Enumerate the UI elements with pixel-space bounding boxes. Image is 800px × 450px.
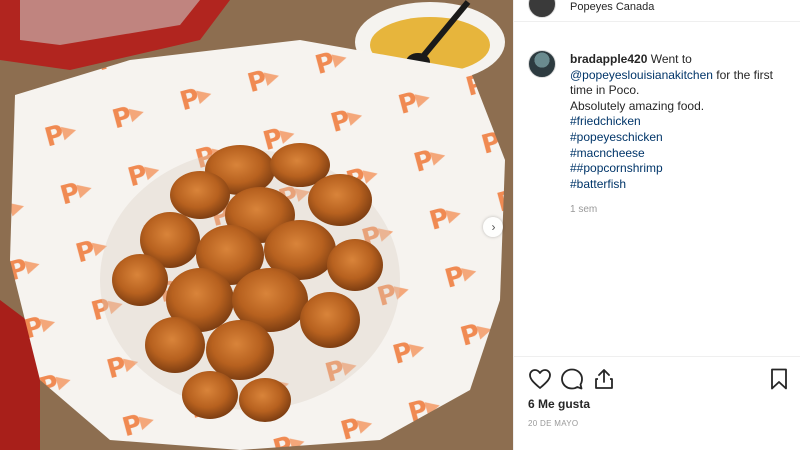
chevron-right-icon: › — [491, 220, 496, 234]
post-side-panel: Popeyes Canada bradapple420 Went to @pop… — [513, 0, 800, 450]
post-photo[interactable]: P ▶ — [0, 0, 513, 450]
instagram-post: P ▶ — [0, 0, 800, 450]
avatar[interactable] — [528, 50, 556, 78]
like-count[interactable]: 6 Me gusta — [528, 397, 590, 411]
post-date: 20 DE MAYO — [528, 419, 579, 428]
caption-text: bradapple420 Went to @popeyeslouisianaki… — [570, 52, 788, 192]
header-avatar[interactable] — [528, 0, 556, 18]
caption-mention[interactable]: @popeyeslouisianakitchen — [570, 68, 713, 82]
comment-timestamp[interactable]: 1 sem — [570, 204, 597, 215]
share-icon[interactable] — [592, 367, 616, 391]
hashtag-link[interactable]: #popeyeschicken — [570, 130, 788, 146]
bookmark-icon[interactable] — [767, 367, 791, 391]
caption-username[interactable]: bradapple420 — [570, 52, 647, 66]
heart-icon[interactable] — [528, 367, 552, 391]
food-photo-illustration: P ▶ — [0, 0, 513, 450]
comment-bubble-icon[interactable] — [560, 367, 584, 391]
caption-line-2: Absolutely amazing food. — [570, 98, 705, 113]
action-bar: 6 Me gusta 20 DE MAYO — [514, 356, 800, 450]
post-header: Popeyes Canada — [514, 0, 800, 22]
hashtag-link[interactable]: ##popcornshrimp — [570, 161, 788, 177]
header-location[interactable]: Popeyes Canada — [570, 1, 654, 13]
caption-text-before: Went to — [647, 52, 692, 66]
hashtag-link[interactable]: #batterfish — [570, 177, 788, 193]
hashtag-link[interactable]: #friedchicken — [570, 114, 788, 130]
next-photo-button[interactable]: › — [483, 217, 503, 237]
hashtag-link[interactable]: #macncheese — [570, 146, 788, 162]
